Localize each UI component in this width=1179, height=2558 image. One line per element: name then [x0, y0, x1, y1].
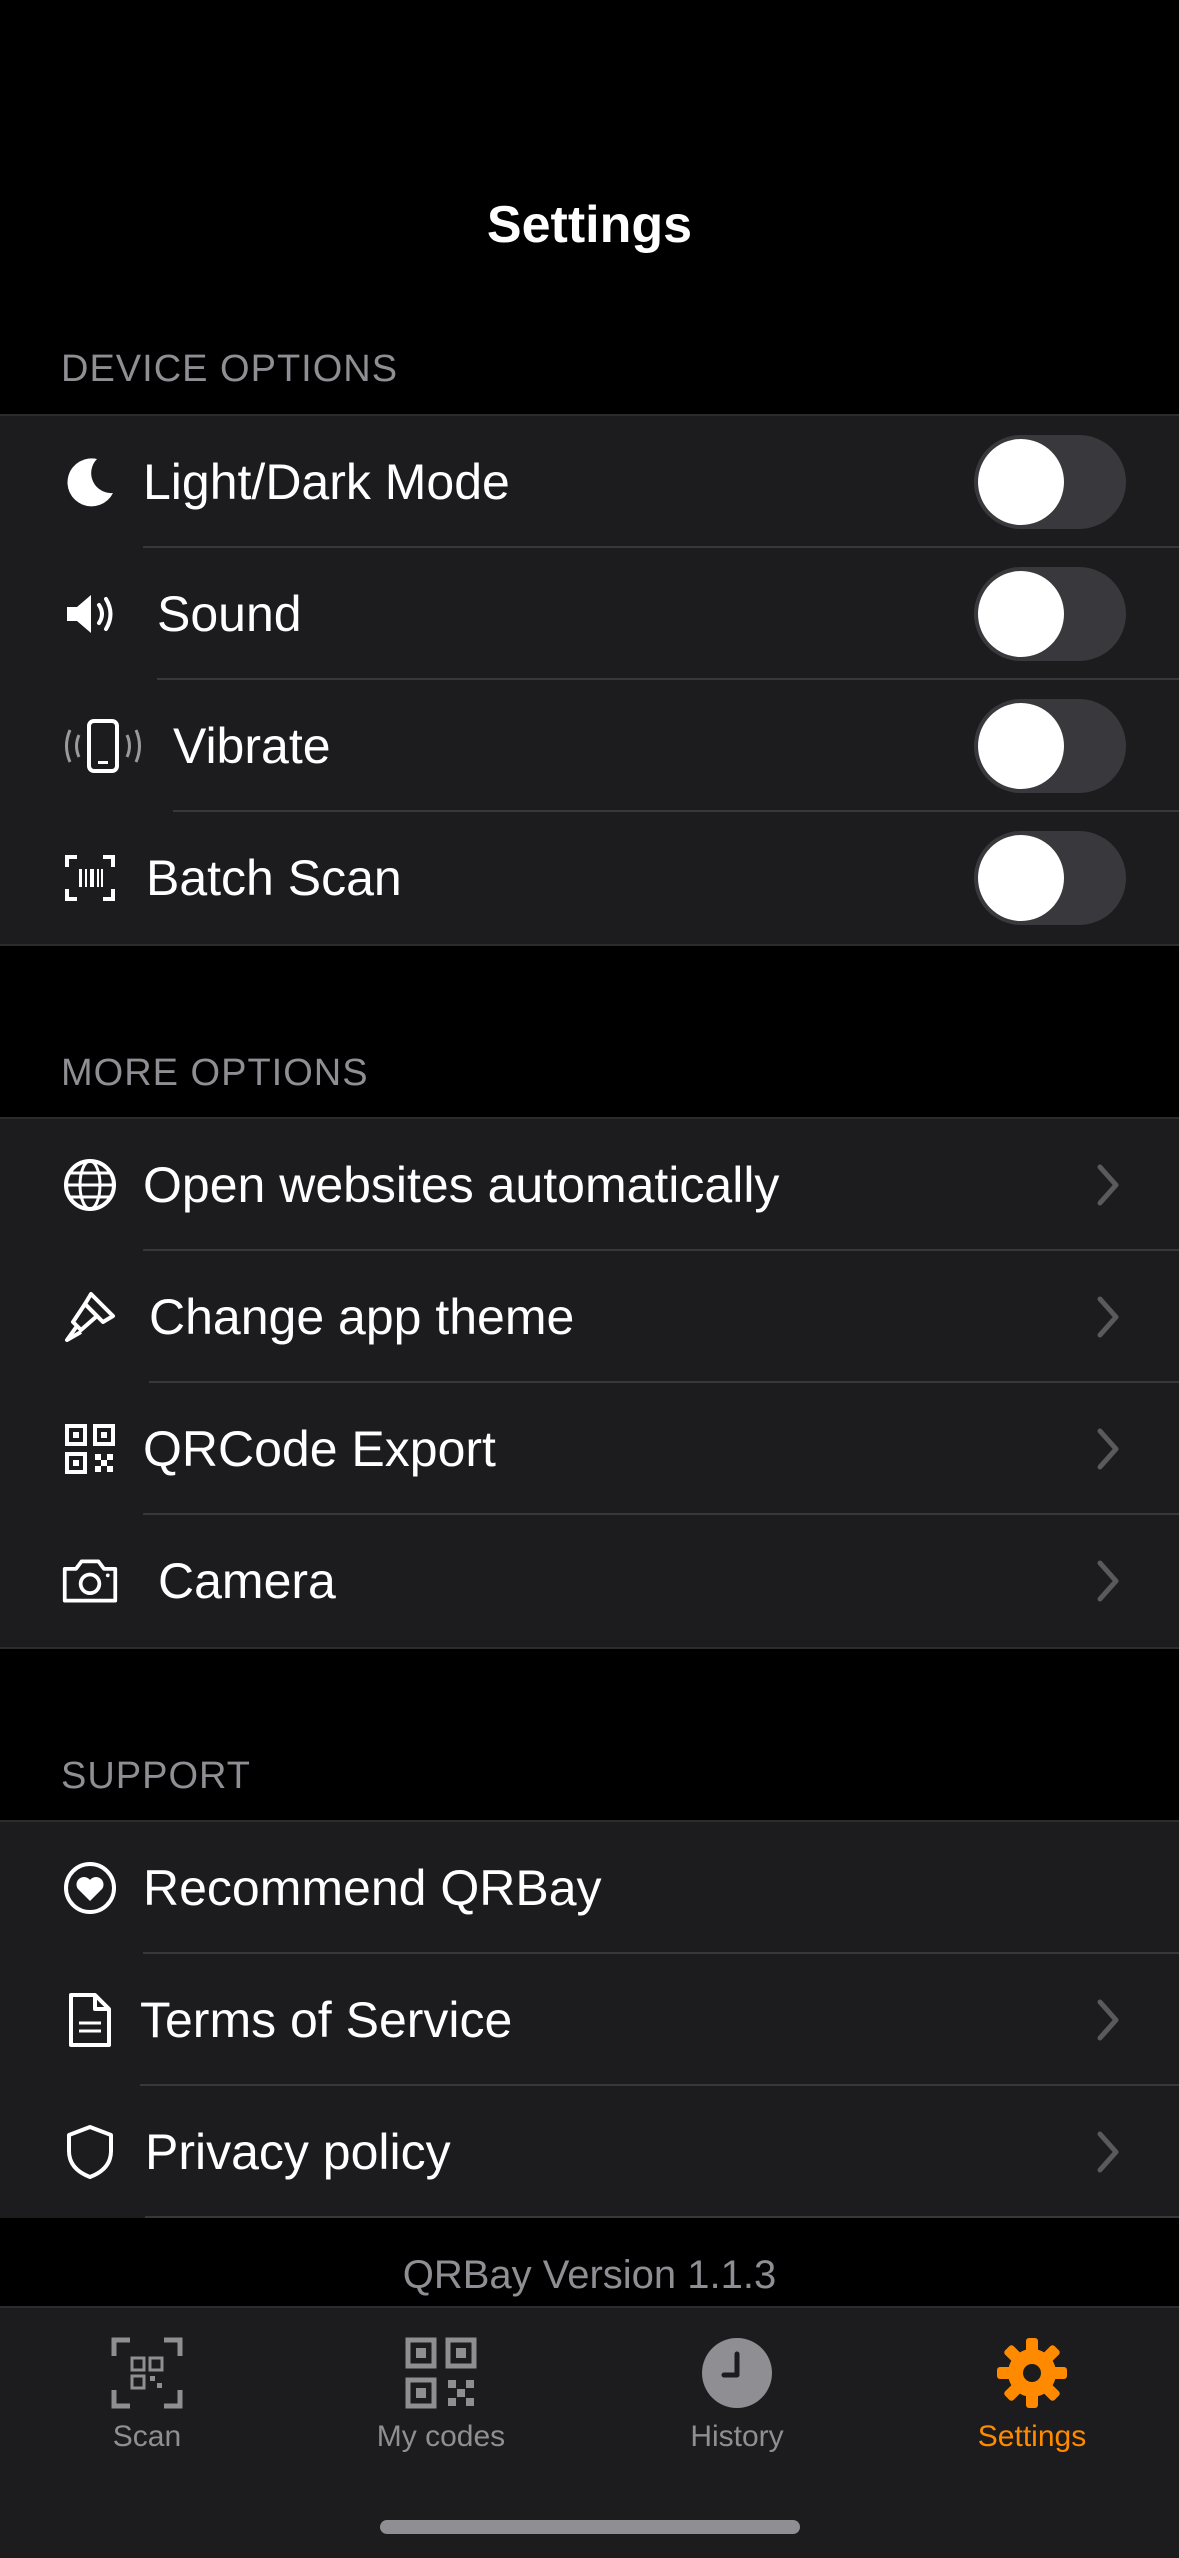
- settings-row-label: Light/Dark Mode: [143, 454, 510, 510]
- settings-row-vibrate[interactable]: Vibrate: [0, 680, 1179, 812]
- tab-scan[interactable]: Scan: [0, 2328, 294, 2468]
- clock-icon: [702, 2338, 772, 2408]
- gear-icon: [997, 2338, 1067, 2408]
- tab-bar: Scan My codes History Settings: [0, 2306, 1179, 2558]
- chevron-right-icon: [1097, 1560, 1119, 1602]
- toggle-knob: [978, 571, 1064, 657]
- tab-label: Settings: [977, 2420, 1087, 2453]
- qrcode-icon: [405, 2337, 477, 2409]
- toggle-knob: [978, 835, 1064, 921]
- heart-circle-icon: [61, 1859, 119, 1917]
- chevron-right-icon: [1097, 1164, 1119, 1206]
- settings-row-camera[interactable]: Camera: [0, 1515, 1179, 1647]
- toggle-knob: [978, 703, 1064, 789]
- settings-row-label: Vibrate: [173, 718, 331, 774]
- settings-row-label: Terms of Service: [140, 1992, 513, 2048]
- tab-my-codes[interactable]: My codes: [294, 2328, 588, 2468]
- section-header-more-options: MORE OPTIONS: [61, 1052, 369, 1094]
- chevron-right-icon: [1097, 1999, 1119, 2041]
- qr-scan-icon: [111, 2337, 183, 2409]
- settings-row-label: Camera: [158, 1553, 336, 1609]
- settings-row-sound[interactable]: Sound: [0, 548, 1179, 680]
- toggle-knob: [978, 439, 1064, 525]
- settings-row-qrcode-export[interactable]: QRCode Export: [0, 1383, 1179, 1515]
- vibrate-toggle[interactable]: [974, 699, 1126, 793]
- settings-row-label: Open websites automatically: [143, 1157, 780, 1213]
- tab-label: History: [690, 2420, 784, 2453]
- settings-row-label: Privacy policy: [145, 2124, 451, 2180]
- settings-row-label: QRCode Export: [143, 1421, 496, 1477]
- chevron-right-icon: [1097, 1296, 1119, 1338]
- paintbrush-icon: [61, 1288, 119, 1346]
- moon-icon: [61, 453, 119, 511]
- settings-row-terms[interactable]: Terms of Service: [0, 1954, 1179, 2086]
- settings-row-batch-scan[interactable]: Batch Scan: [0, 812, 1179, 944]
- settings-row-label: Change app theme: [149, 1289, 575, 1345]
- settings-row-light-dark-mode[interactable]: Light/Dark Mode: [0, 416, 1179, 548]
- phone-vibrate-icon: [61, 717, 145, 775]
- tab-label: My codes: [376, 2420, 506, 2453]
- settings-row-privacy[interactable]: Privacy policy: [0, 2086, 1179, 2218]
- tab-settings[interactable]: Settings: [885, 2328, 1179, 2468]
- speaker-icon: [61, 585, 119, 643]
- globe-icon: [61, 1156, 119, 1214]
- tab-history[interactable]: History: [590, 2328, 884, 2468]
- settings-row-change-theme[interactable]: Change app theme: [0, 1251, 1179, 1383]
- home-indicator[interactable]: [380, 2520, 800, 2534]
- tab-label: Scan: [112, 2420, 182, 2453]
- section-header-support: SUPPORT: [61, 1755, 252, 1797]
- more-options-group: Open websites automatically Change app t…: [0, 1117, 1179, 1649]
- app-version-label: QRBay Version 1.1.3: [402, 2253, 777, 2297]
- support-group: Recommend QRBay Terms of Service Privacy…: [0, 1820, 1179, 2218]
- settings-row-open-websites[interactable]: Open websites automatically: [0, 1119, 1179, 1251]
- document-icon: [61, 1991, 119, 2049]
- settings-row-label: Recommend QRBay: [143, 1860, 602, 1916]
- chevron-right-icon: [1097, 2131, 1119, 2173]
- shield-icon: [61, 2123, 119, 2181]
- barcode-scan-icon: [61, 849, 119, 907]
- camera-icon: [61, 1552, 119, 1610]
- batch-scan-toggle[interactable]: [974, 831, 1126, 925]
- page-title: Settings: [486, 196, 693, 254]
- settings-row-recommend[interactable]: Recommend QRBay: [0, 1822, 1179, 1954]
- settings-row-label: Sound: [157, 586, 302, 642]
- device-options-group: Light/Dark Mode Sound Vibrate Batch Scan: [0, 414, 1179, 946]
- settings-row-label: Batch Scan: [146, 850, 402, 906]
- sound-toggle[interactable]: [974, 567, 1126, 661]
- chevron-right-icon: [1097, 1428, 1119, 1470]
- row-divider: [145, 2216, 1179, 2218]
- qrcode-icon: [61, 1420, 119, 1478]
- section-header-device-options: DEVICE OPTIONS: [61, 348, 399, 390]
- light-dark-mode-toggle[interactable]: [974, 435, 1126, 529]
